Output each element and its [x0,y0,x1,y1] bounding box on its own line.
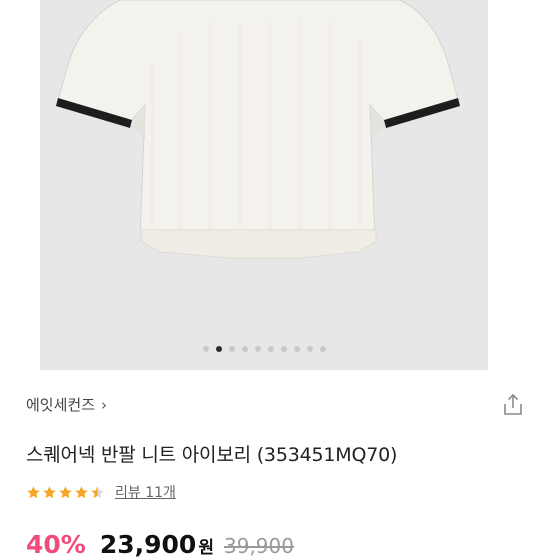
carousel-dot[interactable] [267,346,274,352]
star-icon [27,485,40,498]
carousel-dot[interactable] [280,346,287,352]
carousel-dot[interactable] [293,346,300,352]
product-title: 스퀘어넥 반팔 니트 아이보리 (353451MQ70) [26,444,398,466]
carousel-dot[interactable] [215,346,222,352]
star-rating [26,485,105,500]
carousel-dot[interactable] [319,346,326,352]
carousel-dot[interactable] [228,346,235,352]
discount-rate: 40% [26,530,86,559]
brand-name: 에잇세컨즈 [26,396,96,414]
carousel-indicators[interactable] [40,346,488,352]
original-price: 39,900 [223,534,294,558]
sale-price: 23,900 [99,530,197,559]
star-icon [75,485,88,498]
rating-row: 리뷰 11개 [26,482,176,502]
carousel-dot[interactable] [306,346,313,352]
knit-top-image [56,0,460,259]
carousel-dot[interactable] [202,346,209,352]
star-icon [43,485,56,498]
carousel-dot[interactable] [241,346,248,352]
chevron-right-icon: › [101,395,108,414]
currency-unit: 원 [198,538,214,558]
product-image-carousel[interactable] [40,0,488,370]
reviews-link[interactable]: 리뷰 11개 [115,482,176,502]
star-icon [91,485,104,498]
carousel-dot[interactable] [254,346,261,352]
star-icon [59,485,72,498]
price-row: 40% 23,900 원 39,900 [26,530,294,559]
brand-link[interactable]: 에잇세컨즈 › [26,394,107,415]
share-icon[interactable] [500,392,526,418]
